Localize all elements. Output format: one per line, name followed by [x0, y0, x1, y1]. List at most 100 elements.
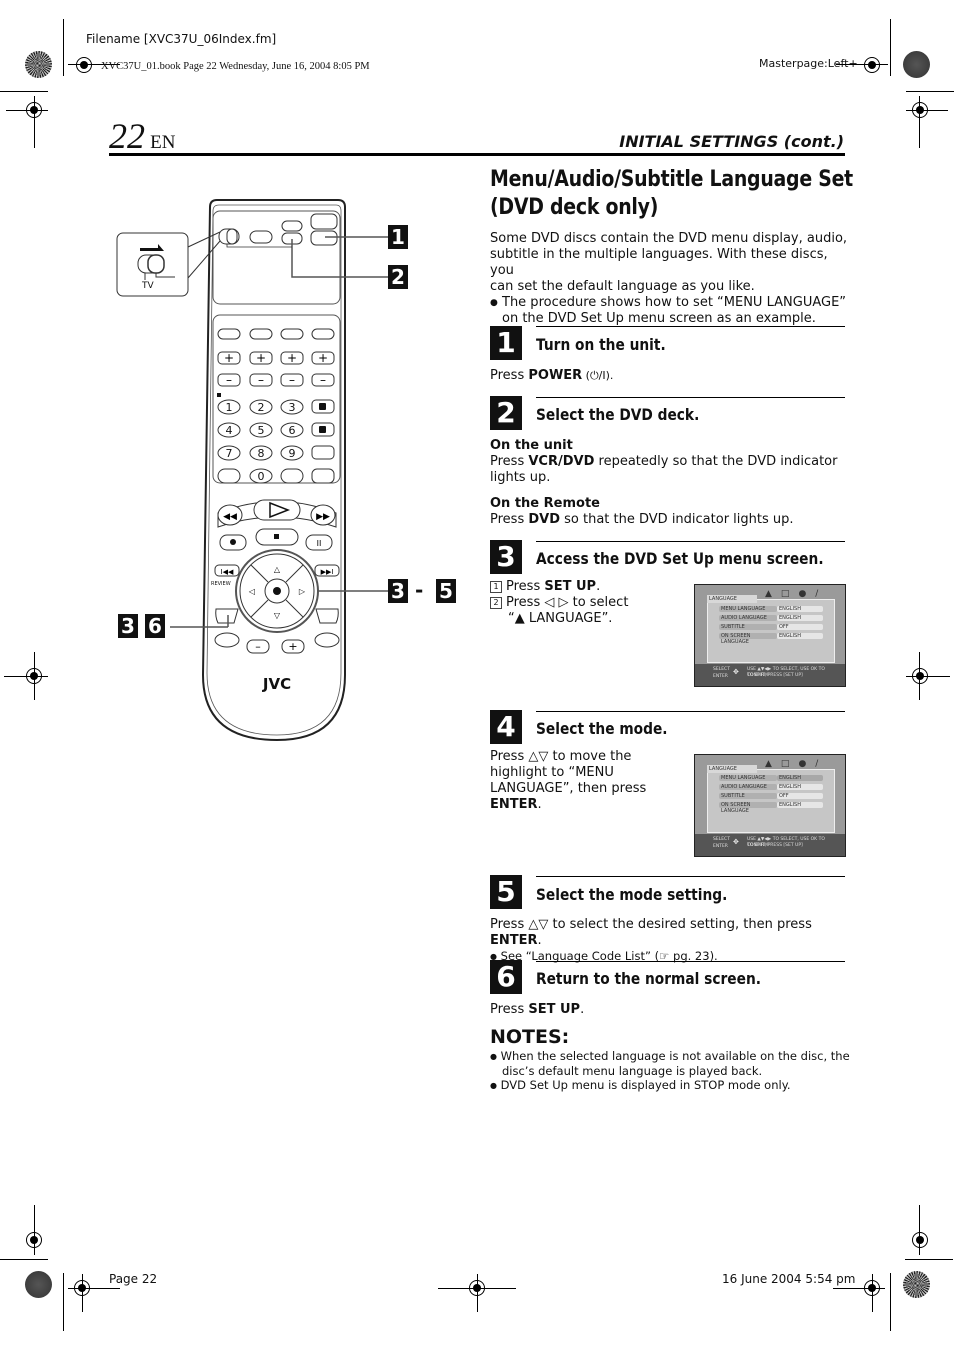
- crop-mark: [833, 1288, 885, 1289]
- down-arrow-icon: ▽: [274, 611, 281, 620]
- page-title: Menu/Audio/Subtitle Language Set (DVD de…: [490, 166, 853, 222]
- jvc-logo: JVC: [262, 675, 291, 693]
- picture-icon: □: [780, 589, 799, 599]
- svg-text:I◀◀: I◀◀: [221, 568, 234, 576]
- language-tab: LANGUAGE: [707, 595, 757, 603]
- dvd-button: [281, 220, 303, 232]
- power-button-2: [310, 230, 338, 246]
- dvd-setup-screen-step4: LANGUAGE ▲□●/ MENU LANGUAGE ENGLISH AUDIO…: [694, 754, 846, 857]
- step-3-text: 1 Press SET UP. 2 Press ◁ ▷ to select “▲ L…: [490, 579, 628, 627]
- svg-text:–: –: [258, 373, 264, 387]
- page-language: EN: [150, 132, 176, 153]
- crop-mark: [68, 1288, 120, 1289]
- page-title-line2: (DVD deck only): [490, 195, 659, 220]
- remote-control-illustration: TV + + + + – – – – 1 2 3 4 5 6 7 8 9 0 ◀…: [116, 199, 388, 742]
- callout-step-5: 5: [436, 579, 456, 603]
- dpad-icon: ✥: [733, 668, 739, 676]
- svg-text:9: 9: [289, 447, 296, 460]
- step-2-text: On the unit Press VCR/DVD repeatedly so …: [490, 438, 850, 528]
- note-item: ● When the selected language is not avai…: [490, 1049, 850, 1063]
- language-tab: LANGUAGE: [707, 765, 757, 773]
- on-the-remote-label: On the Remote: [490, 496, 600, 511]
- settings-icon: /: [815, 589, 828, 599]
- svg-text:–: –: [226, 373, 232, 387]
- up-arrow-icon: △: [274, 565, 281, 574]
- step-6-rule: [536, 961, 845, 962]
- step-3-rule: [536, 541, 845, 542]
- callout-step-2: 2: [388, 265, 408, 289]
- function-button: [249, 230, 273, 244]
- crop-mark: [906, 110, 948, 111]
- header-rule: [109, 153, 845, 156]
- callout-step-6: 6: [145, 614, 165, 638]
- crop-mark: [836, 64, 888, 65]
- color-rosette-top-left: [25, 51, 52, 78]
- crop-mark: [34, 96, 35, 148]
- callout-step-1: 1: [388, 225, 408, 249]
- svg-text:+: +: [288, 640, 297, 653]
- color-rosette-top-right: [903, 51, 930, 78]
- menu-tab-icons: ▲□●/: [765, 759, 827, 769]
- svg-text:6: 6: [289, 424, 296, 437]
- crop-mark: [890, 19, 891, 76]
- intro-paragraph: Some DVD discs contain the DVD menu disp…: [490, 231, 850, 327]
- svg-text:+: +: [318, 351, 328, 365]
- footer-page-label: Page 22: [109, 1272, 158, 1286]
- registration-mark: [858, 51, 886, 79]
- audio-icon: ●: [798, 589, 816, 599]
- step-6-heading: Return to the normal screen.: [536, 969, 761, 988]
- svg-text:–: –: [289, 373, 295, 387]
- step-1-number: 1: [490, 326, 522, 360]
- svg-text:3: 3: [289, 401, 296, 414]
- right-arrow-icon: ▷: [299, 587, 306, 596]
- registration-mark: [906, 1226, 934, 1254]
- svg-text:▶▶I: ▶▶I: [321, 568, 334, 576]
- step-2-number: 2: [490, 396, 522, 430]
- page-title-line1: Menu/Audio/Subtitle Language Set: [490, 167, 853, 192]
- step-1-text: Press POWER (⏻/I).: [490, 368, 614, 383]
- svg-text:–: –: [255, 640, 261, 653]
- setup-button: [215, 608, 239, 624]
- step-3-heading: Access the DVD Set Up menu screen.: [536, 549, 824, 568]
- page-header: 22 EN: [109, 118, 175, 154]
- power-button: [310, 213, 338, 230]
- svg-text:7: 7: [226, 447, 233, 460]
- settings-icon: /: [815, 759, 828, 769]
- language-icon: ▲: [765, 759, 781, 769]
- crop-mark: [34, 1205, 35, 1255]
- step-2-rule: [536, 397, 845, 398]
- step-1-rule: [536, 326, 845, 327]
- svg-text:5: 5: [258, 424, 265, 437]
- crop-mark: [906, 91, 954, 92]
- crop-mark: [919, 652, 920, 700]
- crop-mark: [919, 96, 920, 148]
- svg-text:+: +: [256, 351, 266, 365]
- step-4-text: Press △▽ to move the highlight to “MENU …: [490, 749, 647, 812]
- svg-text:+: +: [287, 351, 297, 365]
- crop-mark: [919, 1205, 920, 1255]
- crop-mark: [0, 1259, 48, 1260]
- crop-mark: [872, 1274, 873, 1312]
- language-icon: ▲: [765, 589, 781, 599]
- step-2-heading: Select the DVD deck.: [536, 405, 700, 424]
- crop-mark: [63, 1273, 64, 1331]
- on-the-unit-label: On the unit: [490, 438, 573, 453]
- crop-mark: [4, 676, 48, 677]
- menu-tab-icons: ▲□●/: [765, 589, 827, 599]
- notes-title: NOTES:: [490, 1026, 570, 1048]
- step-4-rule: [536, 711, 845, 712]
- step-5-heading: Select the mode setting.: [536, 885, 728, 904]
- dpad-icon: ✥: [733, 838, 739, 846]
- color-rosette-bottom-left: [25, 1271, 52, 1298]
- section-title: INITIAL SETTINGS (cont.): [619, 132, 844, 151]
- svg-text:1: 1: [226, 401, 233, 414]
- svg-text:4: 4: [226, 424, 233, 437]
- crop-mark: [0, 91, 48, 92]
- book-info-label: XVC37U_01.book Page 22 Wednesday, June 1…: [101, 61, 370, 72]
- svg-text:0: 0: [258, 470, 265, 483]
- callout-step-3: 3: [388, 579, 408, 603]
- svg-text:II: II: [317, 539, 322, 548]
- step-3-number: 3: [490, 540, 522, 574]
- crop-mark: [34, 652, 35, 700]
- audio-icon: ●: [798, 759, 816, 769]
